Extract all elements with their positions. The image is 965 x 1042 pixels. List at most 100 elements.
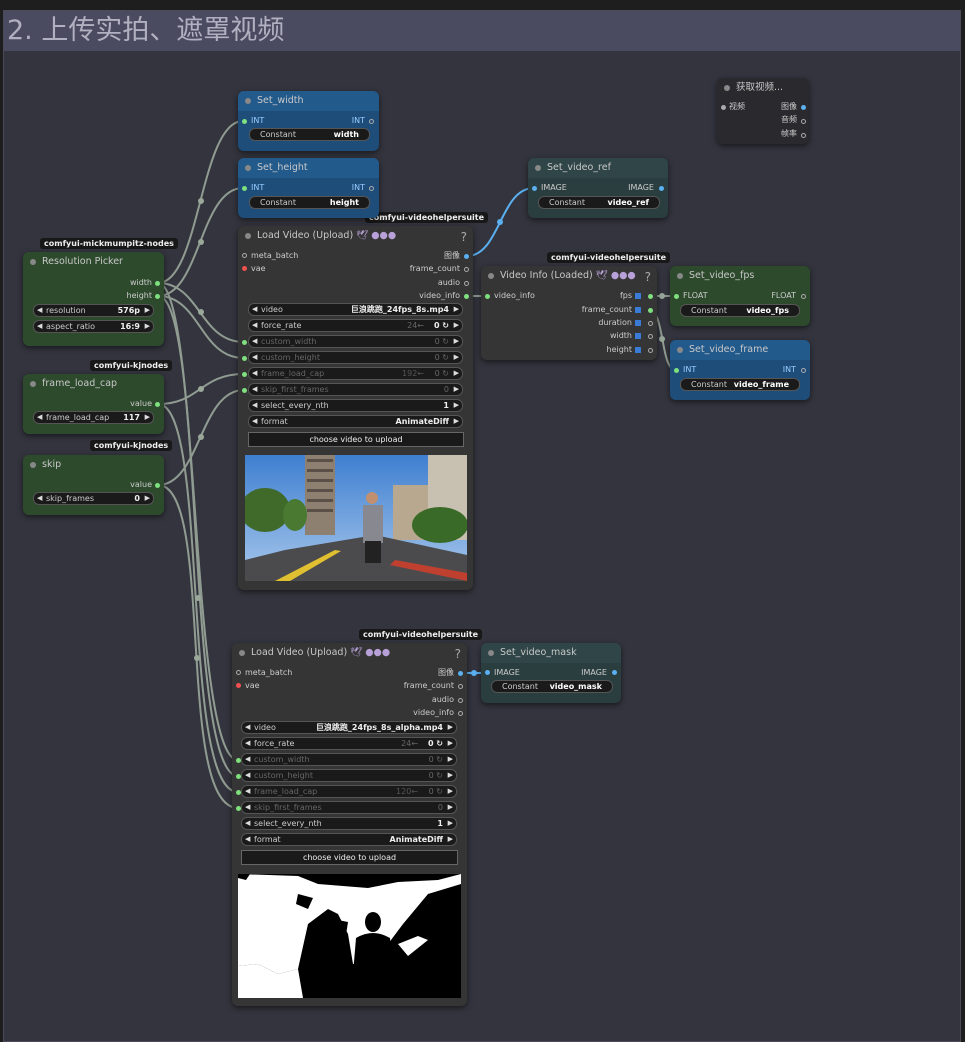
input-slot[interactable]: [242, 372, 247, 377]
output-slot[interactable]: [801, 133, 806, 138]
node-title[interactable]: Set_video_ref: [528, 158, 668, 178]
input-slot[interactable]: [242, 119, 247, 124]
input-slot[interactable]: [236, 683, 241, 688]
node-title[interactable]: Video Info (Loaded) 🕊 ●●●: [481, 266, 657, 286]
custom-width-widget[interactable]: ◀ custom_width 0 ↻ ▶: [248, 335, 463, 348]
input-slot[interactable]: [674, 294, 679, 299]
output-slot[interactable]: [155, 402, 160, 407]
force-rate-widget[interactable]: ◀ force_rate 24← 0 ↻ ▶: [248, 319, 463, 332]
skip-first-frames-widget[interactable]: ◀ skip_first_frames 0 ▶: [241, 801, 457, 814]
video-combo[interactable]: ◀ video 巨浪跳跑_24fps_8s.mp4 ▶: [248, 303, 463, 316]
input-slot[interactable]: [242, 266, 247, 271]
node-skip[interactable]: skip value ◀ skip_frames 0 ▶: [23, 455, 164, 515]
output-slot[interactable]: [801, 119, 806, 124]
select-every-nth-widget[interactable]: ◀ select_every_nth 1 ▶: [241, 817, 457, 830]
format-combo[interactable]: ◀ format AnimateDiff ▶: [248, 415, 463, 428]
node-set-video-frame[interactable]: Set_video_frame INT INT Constant video_fr…: [670, 340, 810, 400]
format-combo[interactable]: ◀ format AnimateDiff ▶: [241, 833, 457, 846]
custom-height-widget[interactable]: ◀ custom_height 0 ↻ ▶: [241, 769, 457, 782]
input-label: INT: [251, 183, 265, 192]
frame-load-cap-widget[interactable]: ◀ frame_load_cap 192← 0 ↻ ▶: [248, 367, 463, 380]
input-slot[interactable]: [242, 186, 247, 191]
node-title[interactable]: Set_video_mask: [481, 643, 621, 663]
output-slot[interactable]: [458, 698, 463, 703]
output-slot[interactable]: [648, 321, 653, 326]
output-slot[interactable]: [155, 483, 160, 488]
input-slot[interactable]: [242, 340, 247, 345]
node-set-height[interactable]: Set_height INT INT Constant height: [238, 158, 379, 218]
output-slot[interactable]: [464, 294, 469, 299]
input-slot[interactable]: [721, 105, 726, 110]
constant-widget[interactable]: Constant video_frame: [680, 378, 800, 391]
output-slot[interactable]: [458, 684, 463, 689]
skip-frames-widget[interactable]: ◀ skip_frames 0 ▶: [33, 492, 154, 505]
node-title[interactable]: Resolution Picker: [23, 252, 164, 272]
output-slot[interactable]: [648, 294, 653, 299]
output-slot[interactable]: [464, 281, 469, 286]
select-every-nth-widget[interactable]: ◀ select_every_nth 1 ▶: [248, 399, 463, 412]
node-set-width[interactable]: Set_width INT INT Constant width: [238, 91, 379, 151]
input-slot[interactable]: [242, 253, 247, 258]
node-load-video-2[interactable]: Load Video (Upload) 🕊 ●●● ? meta_batch v…: [232, 643, 467, 1006]
node-set-video-mask[interactable]: Set_video_mask IMAGE IMAGE Constant video…: [481, 643, 621, 703]
node-title[interactable]: Set_video_fps: [670, 266, 810, 286]
output-slot-width[interactable]: [155, 281, 160, 286]
node-title[interactable]: 获取视频...: [717, 78, 809, 98]
constant-widget[interactable]: Constant video_fps: [680, 304, 800, 317]
output-slot[interactable]: [464, 254, 469, 259]
upload-button[interactable]: choose video to upload: [241, 850, 458, 865]
node-title[interactable]: Set_height: [238, 158, 379, 178]
force-rate-widget[interactable]: ◀ force_rate 24← 0 ↻ ▶: [241, 737, 457, 750]
help-icon[interactable]: ?: [455, 647, 461, 661]
frame-load-cap-widget[interactable]: ◀ frame_load_cap 117 ▶: [33, 411, 154, 424]
output-slot[interactable]: [458, 671, 463, 676]
output-slot[interactable]: [458, 711, 463, 716]
input-slot[interactable]: [242, 388, 247, 393]
node-title[interactable]: Set_width: [238, 91, 379, 111]
output-slot[interactable]: [801, 105, 806, 110]
output-slot[interactable]: [464, 267, 469, 272]
help-icon[interactable]: ?: [645, 270, 651, 284]
output-slot[interactable]: [369, 119, 374, 124]
node-video-info[interactable]: Video Info (Loaded) 🕊 ●●● ? video_info f…: [481, 266, 657, 360]
input-slot[interactable]: [236, 670, 241, 675]
output-slot[interactable]: [612, 670, 617, 675]
input-slot[interactable]: [242, 356, 247, 361]
node-frame-load-cap[interactable]: frame_load_cap value ◀ frame_load_cap 117 ▶: [23, 374, 164, 434]
custom-width-widget[interactable]: ◀ custom_width 0 ↻ ▶: [241, 753, 457, 766]
video-combo[interactable]: ◀ video 巨浪跳跑_24fps_8s_alpha.mp4 ▶: [241, 721, 457, 734]
frame-load-cap-widget[interactable]: ◀ frame_load_cap 120← 0 ↻ ▶: [241, 785, 457, 798]
constant-widget[interactable]: Constant width: [249, 128, 370, 141]
node-resolution-picker[interactable]: Resolution Picker width height ◀ resoluti…: [23, 252, 164, 346]
upload-button[interactable]: choose video to upload: [248, 432, 464, 447]
output-slot[interactable]: [648, 334, 653, 339]
resolution-combo[interactable]: ◀ resolution 576p ▶: [33, 304, 154, 317]
node-title[interactable]: frame_load_cap: [23, 374, 164, 394]
node-set-video-fps[interactable]: Set_video_fps FLOAT FLOAT Constant video_…: [670, 266, 810, 326]
output-slot-height[interactable]: [155, 294, 160, 299]
node-title[interactable]: Load Video (Upload) 🕊 ●●●: [232, 643, 467, 663]
constant-widget[interactable]: Constant video_mask: [491, 680, 613, 693]
output-slot[interactable]: [369, 186, 374, 191]
output-slot[interactable]: [801, 368, 806, 373]
node-title[interactable]: Load Video (Upload) 🕊 ●●●: [238, 226, 473, 246]
output-slot[interactable]: [648, 348, 653, 353]
node-get-video[interactable]: 获取视频... 视频 图像 音频 帧率: [717, 78, 809, 144]
output-slot[interactable]: [648, 308, 653, 313]
node-set-video-ref[interactable]: Set_video_ref IMAGE IMAGE Constant video_…: [528, 158, 668, 218]
input-slot[interactable]: [674, 368, 679, 373]
help-icon[interactable]: ?: [461, 230, 467, 244]
constant-widget[interactable]: Constant height: [249, 196, 370, 209]
input-slot[interactable]: [485, 670, 490, 675]
node-load-video-1[interactable]: Load Video (Upload) 🕊 ●●● ? meta_batch v…: [238, 226, 473, 590]
custom-height-widget[interactable]: ◀ custom_height 0 ↻ ▶: [248, 351, 463, 364]
node-title[interactable]: skip: [23, 455, 164, 475]
input-slot[interactable]: [485, 294, 490, 299]
aspect-ratio-combo[interactable]: ◀ aspect_ratio 16:9 ▶: [33, 320, 154, 333]
output-slot[interactable]: [801, 294, 806, 299]
output-slot[interactable]: [659, 186, 664, 191]
constant-widget[interactable]: Constant video_ref: [538, 196, 660, 209]
input-slot[interactable]: [532, 186, 537, 191]
node-title[interactable]: Set_video_frame: [670, 340, 810, 360]
skip-first-frames-widget[interactable]: ◀ skip_first_frames 0 ▶: [248, 383, 463, 396]
